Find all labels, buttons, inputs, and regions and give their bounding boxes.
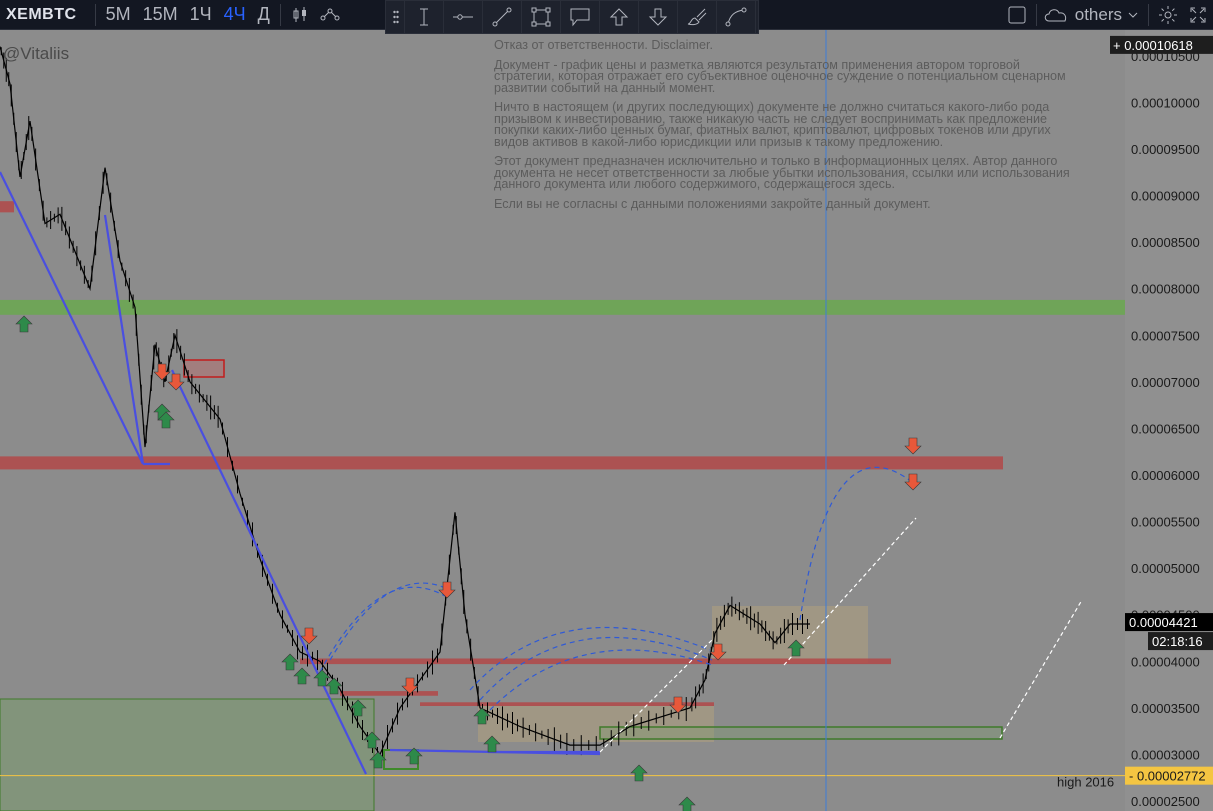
toolbar-right: others [1002, 0, 1213, 30]
arrow-up-icon[interactable] [600, 1, 639, 33]
cloud-icon[interactable] [1041, 2, 1071, 28]
square-icon[interactable] [1002, 2, 1032, 28]
arrow-down-icon[interactable] [639, 1, 678, 33]
price-tick-label: 0.00005500 [1131, 515, 1200, 530]
text-cursor-icon[interactable] [405, 1, 444, 33]
disclaimer-paragraph: Отказ от ответственности. Disclaimer. [494, 38, 713, 52]
disclaimer-text: Отказ от ответственности. Disclaimer. До… [494, 38, 1079, 218]
price-tick-label: 0.00010000 [1131, 95, 1200, 110]
consolidation-box [712, 606, 868, 663]
trend-line-icon[interactable] [483, 1, 522, 33]
price-tick-label: 0.00003500 [1131, 701, 1200, 716]
price-tick-label: 0.00009000 [1131, 189, 1200, 204]
price-tick-label: 0.00006500 [1131, 421, 1200, 436]
others-label[interactable]: others [1075, 5, 1122, 25]
price-tick-label: 0.00007500 [1131, 328, 1200, 343]
high-2016-caption: high 2016 [1057, 775, 1114, 790]
gear-icon[interactable] [1153, 2, 1183, 28]
interval-4h[interactable]: 4Ч [218, 4, 252, 25]
indicators-icon[interactable] [315, 2, 345, 28]
interval-1h[interactable]: 1Ч [184, 4, 218, 25]
interval-15m[interactable]: 15M [137, 4, 184, 25]
support-zone-box [0, 698, 375, 811]
price-tick-label: 0.00008000 [1131, 282, 1200, 297]
sr-zone [420, 702, 714, 706]
drawing-toolbar [385, 0, 759, 34]
disclaimer-paragraph: Если вы не согласны с данными положениям… [494, 196, 931, 211]
price-tick-label: 0.00002500 [1131, 794, 1200, 809]
high-2016-price-label: - 0.00002772 [1129, 769, 1206, 784]
price-scale [1125, 0, 1213, 811]
callout-icon[interactable] [561, 1, 600, 33]
disclaimer-paragraph: Этот документ предназначен исключительно… [494, 154, 1070, 191]
price-tick-label: 0.00009500 [1131, 142, 1200, 157]
price-tick-label: 0.00006000 [1131, 468, 1200, 483]
symbol-label[interactable]: XEMBTC [0, 6, 91, 24]
horizontal-line-icon[interactable] [444, 1, 483, 33]
fullscreen-icon[interactable] [1183, 2, 1213, 28]
toolbar-divider [1035, 4, 1037, 26]
countdown-label: 02:18:16 [1152, 634, 1203, 649]
toolbar-divider [279, 3, 281, 26]
author-watermark: @Vitaliis [3, 44, 70, 63]
disclaimer-paragraph: Ничто в настоящем (и других последующих)… [494, 100, 1051, 149]
curve-icon[interactable] [717, 1, 756, 33]
price-tick-label: 0.00007000 [1131, 375, 1200, 390]
sr-zone [0, 299, 1125, 315]
rectangle-icon[interactable] [522, 1, 561, 33]
drag-handle-icon[interactable] [388, 1, 405, 33]
price-tick-label: 0.00005000 [1131, 561, 1200, 576]
interval-5m[interactable]: 5M [100, 4, 137, 25]
toolbar-divider [1148, 4, 1149, 26]
interval-1d[interactable]: Д [252, 4, 276, 25]
resistance-box [183, 359, 225, 378]
disclaimer-paragraph: Документ - график цены и разметка являют… [494, 57, 1066, 95]
last-price-label: 0.00004421 [1129, 615, 1198, 630]
support-box [599, 726, 1003, 740]
price-tick-label: 0.00004000 [1131, 654, 1200, 669]
chevron-down-icon[interactable] [1122, 2, 1144, 28]
price-tick-label: 0.00003000 [1131, 747, 1200, 762]
sr-zone [340, 691, 438, 696]
sr-zone [300, 658, 891, 665]
crosshair-price-label: + 0.00010618 [1113, 38, 1193, 53]
toolbar-divider [94, 3, 96, 26]
brush-icon[interactable] [678, 1, 717, 33]
sr-zone [0, 201, 14, 213]
price-tick-label: 0.00008500 [1131, 235, 1200, 250]
candles-icon[interactable] [285, 2, 315, 28]
